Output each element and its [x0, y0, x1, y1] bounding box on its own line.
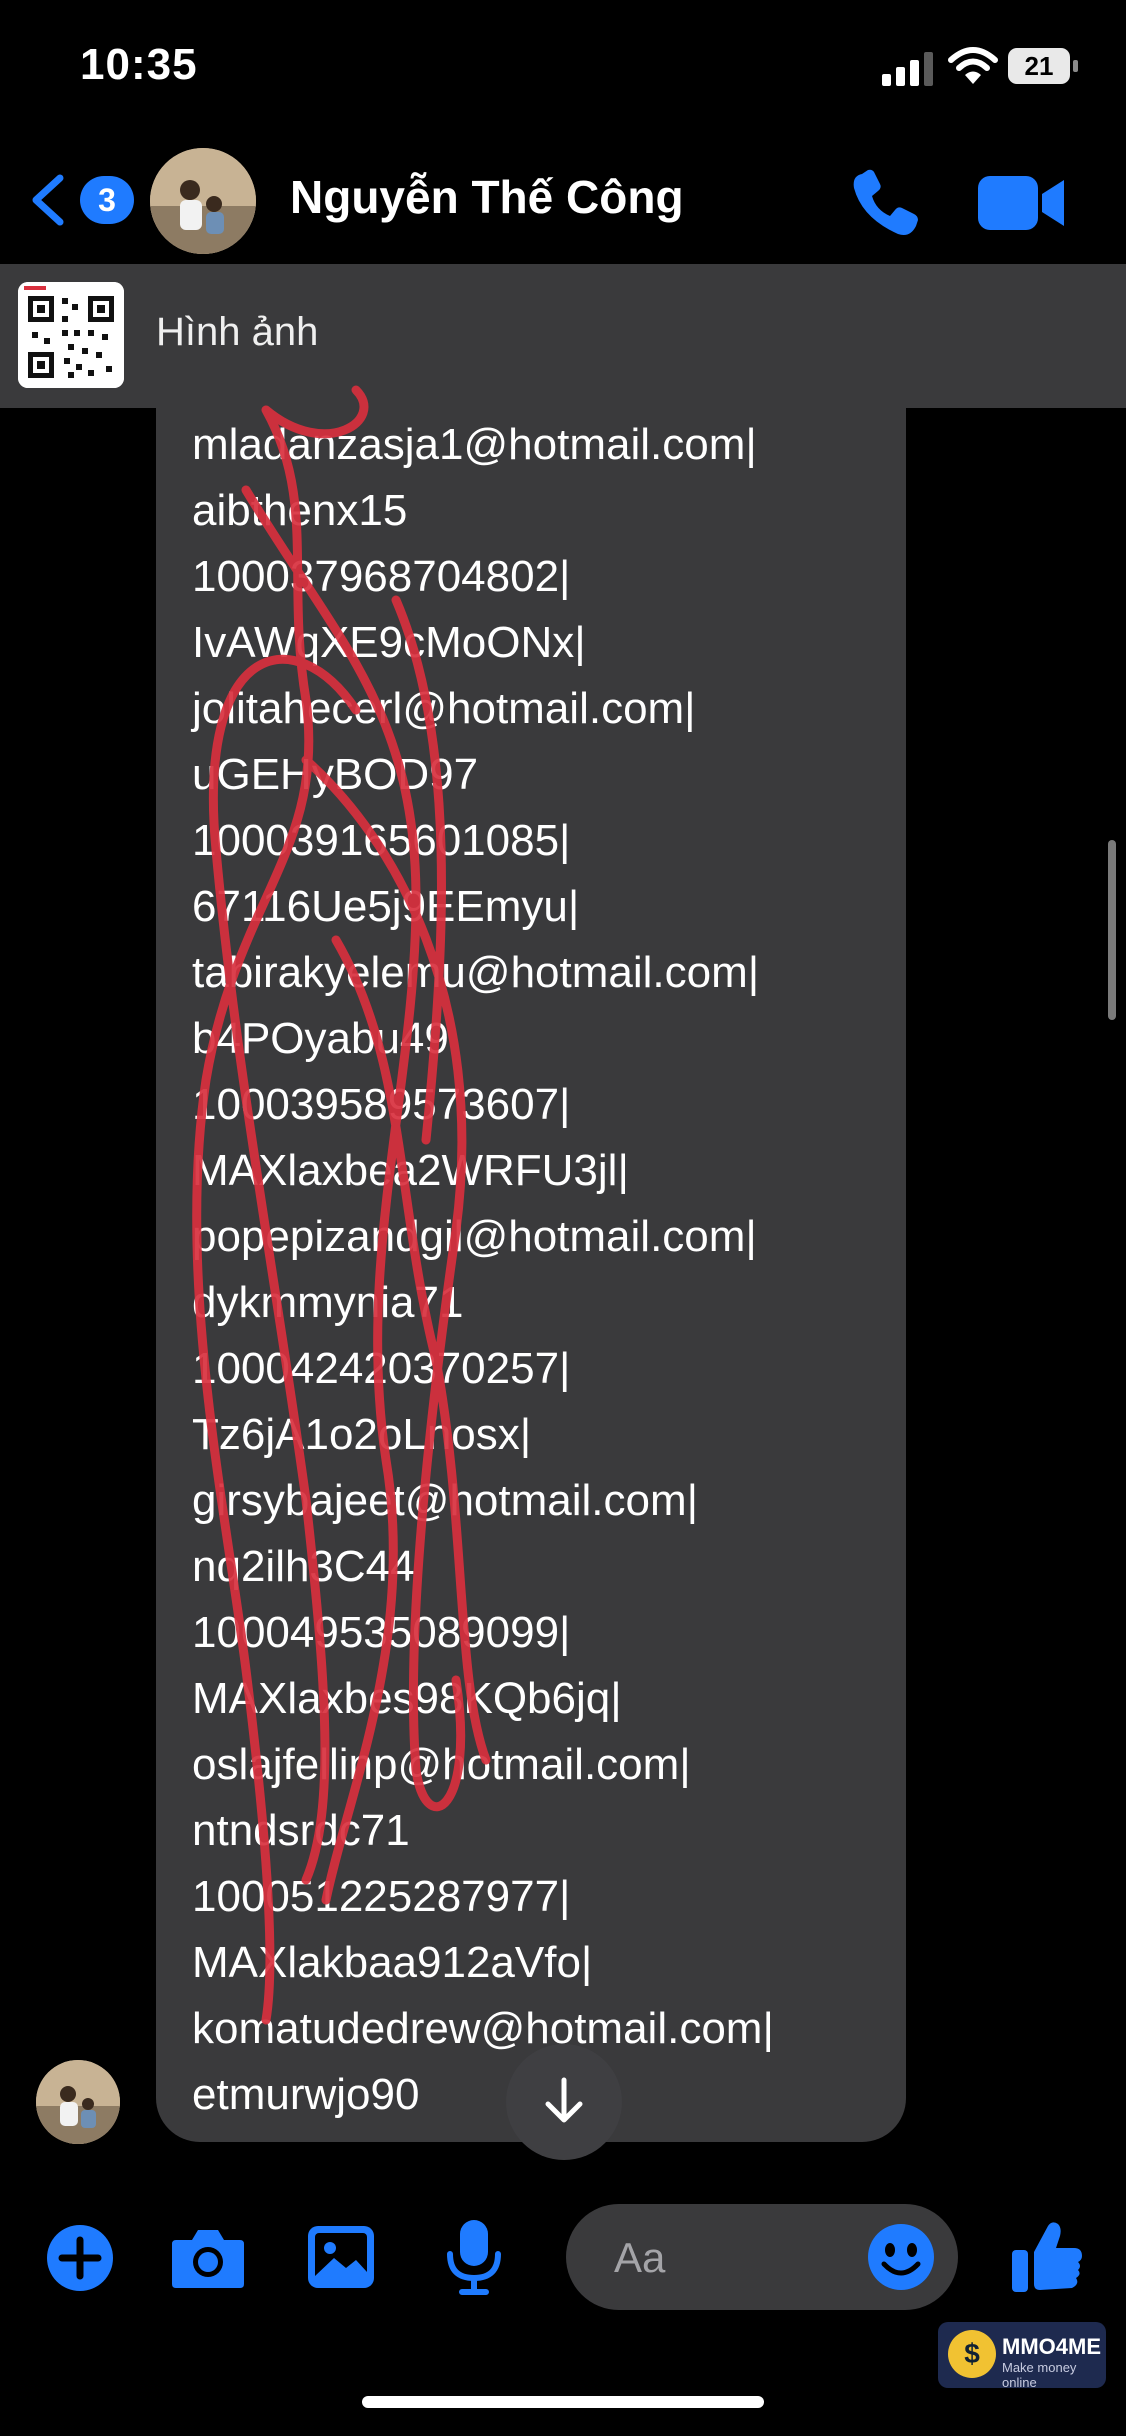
contact-name[interactable]: Nguyễn Thế Công [290, 170, 684, 224]
home-indicator[interactable] [362, 2396, 764, 2408]
message-line: MAXlakbaa912aVfo| [192, 1938, 593, 1987]
image-icon[interactable] [306, 2224, 376, 2290]
message-line: komatudedrew@hotmail.com| [192, 2004, 774, 2053]
message-line: girsybajeet@hotmail.com| [192, 1476, 699, 1525]
microphone-icon[interactable] [444, 2218, 504, 2296]
message-line: nq2ilh3C44 [192, 1542, 415, 1591]
scrollbar[interactable] [1108, 840, 1116, 1020]
conversation-header: 3 Nguyễn Thế Công [0, 140, 1126, 264]
message-line: mladanzasja1@hotmail.com| [192, 420, 757, 469]
status-time: 10:35 [80, 40, 198, 89]
message-line: etmurwjo90 [192, 2070, 420, 2119]
qr-code-icon[interactable] [18, 282, 124, 388]
message-line: Tz6jA1o2oLnosx| [192, 1410, 532, 1459]
battery-icon: 21 [1008, 48, 1082, 86]
phone-icon[interactable] [848, 166, 924, 242]
back-button[interactable]: 3 [20, 168, 134, 232]
message-line: IvAWqXE9cMoONx| [192, 618, 586, 667]
message-line: 100039589573607| [192, 1080, 571, 1129]
plus-icon[interactable] [46, 2224, 114, 2292]
message-line: 100042420370257| [192, 1344, 571, 1393]
pinned-media-label: Hình ảnh [156, 310, 319, 354]
message-line: tabirakyelemu@hotmail.com| [192, 948, 760, 997]
thumbs-up-icon[interactable] [1010, 2218, 1084, 2294]
message-line: 67116Ue5j9EEmyu| [192, 882, 580, 931]
status-bar: 10:35 21 [0, 0, 1126, 140]
message-bubble[interactable]: mladanzasja1@hotmail.com| aibthenx15 10003… [156, 380, 906, 2142]
message-line: ntndsrdc71 [192, 1806, 410, 1855]
emoji-icon[interactable] [866, 2222, 936, 2292]
message-line: MAXlaxbes98KQb6jq| [192, 1674, 622, 1723]
message-line: MAXlaxbea2WRFU3jl| [192, 1146, 629, 1195]
message-line: jolitahecerl@hotmail.com| [192, 684, 696, 733]
message-line: 100049535089099| [192, 1608, 571, 1657]
message-line: 100051225287977| [192, 1872, 571, 1921]
message-input-container[interactable] [566, 2204, 958, 2310]
message-line: dykmmynia71 [192, 1278, 464, 1327]
contact-avatar[interactable] [150, 148, 256, 254]
watermark-logo: $ MMO4ME Make money online [938, 2322, 1106, 2390]
wifi-icon [948, 47, 998, 84]
message-line: b4POyabu49 [192, 1014, 449, 1063]
video-camera-icon[interactable] [976, 170, 1068, 236]
arrow-down-icon [545, 2077, 583, 2123]
message-composer: $ MMO4ME Make money online [0, 2200, 1126, 2436]
dollar-coin-icon: $ [948, 2330, 996, 2378]
scroll-to-bottom-button[interactable] [506, 2044, 622, 2160]
chevron-left-icon [32, 174, 64, 226]
message-line: 100037968704802| [192, 552, 571, 601]
message-text: mladanzasja1@hotmail.com| aibthenx15 10003… [192, 412, 774, 2128]
message-input[interactable] [612, 2230, 866, 2286]
message-line: uGEHyBOD97 [192, 750, 479, 799]
watermark-name: MMO4ME [1002, 2334, 1101, 2359]
cellular-signal-icon [882, 52, 933, 86]
watermark-tagline: Make money online [1002, 2360, 1077, 2390]
message-line: 100039165601085| [192, 816, 571, 865]
sender-avatar[interactable] [36, 2060, 120, 2144]
message-line: popepizandgil@hotmail.com| [192, 1212, 757, 1261]
camera-icon[interactable] [170, 2224, 246, 2290]
battery-level: 21 [1008, 48, 1070, 84]
message-line: oslajfellinp@hotmail.com| [192, 1740, 691, 1789]
unread-badge: 3 [80, 176, 134, 224]
message-line: aibthenx15 [192, 486, 408, 535]
